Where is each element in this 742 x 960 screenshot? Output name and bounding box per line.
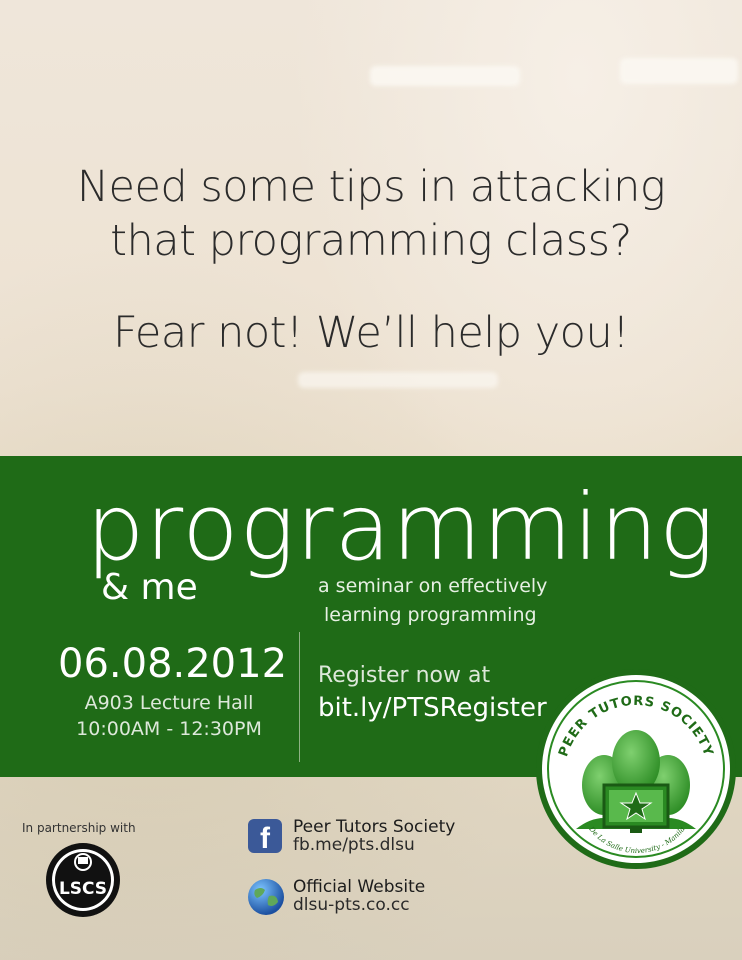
event-subtitle: & me [101,567,198,608]
event-tagline: a seminar on effectively learning progra… [318,572,547,630]
headline-line-2: that programming class? [110,216,632,266]
event-title: programming [86,474,716,581]
website-link[interactable]: dlsu-pts.co.cc [293,896,410,915]
globe-icon[interactable] [247,878,285,916]
divider [299,632,300,762]
register-label: Register now at [318,663,491,688]
ceiling-light [370,66,520,86]
ceiling-light [620,58,738,84]
facebook-icon[interactable]: f [248,819,282,853]
register-link[interactable]: bit.ly/PTSRegister [318,693,547,723]
event-time: 10:00AM - 12:30PM [76,718,262,740]
partnership-label: In partnership with [22,821,136,835]
event-venue: A903 Lecture Hall [84,692,254,714]
event-venue-time: A903 Lecture Hall 10:00AM - 12:30PM [58,690,280,742]
tagline-line-1: a seminar on effectively [318,575,548,597]
peer-tutors-society-logo: PEER TUTORS SOCIETY De La Salle Universi… [536,669,736,869]
facebook-page-link[interactable]: fb.me/pts.dlsu [293,836,415,855]
lscs-logo-text: LSCS [59,879,107,899]
headline-reassurance: Fear not! We’ll help you! [113,308,629,358]
lscs-logo: LSCS [46,843,120,917]
event-date: 06.08.2012 [58,641,288,687]
headline-line-1: Need some tips in attacking [76,162,666,212]
tagline-line-2: learning programming [324,604,537,626]
ceiling-light [298,372,498,388]
headline-question: Need some tips in attacking that program… [0,160,742,268]
